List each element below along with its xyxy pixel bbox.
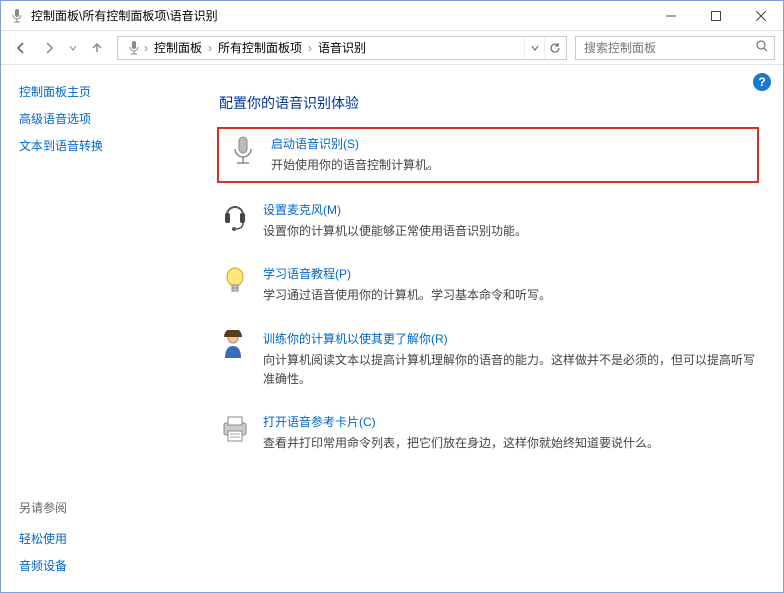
search-field[interactable] — [582, 40, 750, 56]
sidebar-link-advanced[interactable]: 高级语音选项 — [19, 110, 183, 127]
option-link[interactable]: 训练你的计算机以使其更了解你(R) — [263, 332, 448, 346]
minimize-button[interactable] — [648, 1, 693, 31]
page-title: 配置你的语音识别体验 — [219, 93, 759, 113]
forward-button[interactable] — [37, 36, 61, 60]
sidebar-home[interactable]: 控制面板主页 — [19, 83, 183, 100]
option-desc: 向计算机阅读文本以提高计算机理解你的语音的能力。这样做并不是必须的，但可以提高听… — [263, 351, 759, 389]
microphone-icon — [124, 38, 144, 58]
history-dropdown[interactable] — [65, 36, 81, 60]
printer-icon — [219, 413, 251, 445]
main: ? 配置你的语音识别体验 启动语音识别(S) 开始使用你的语音控制计算机。 设置… — [201, 65, 783, 592]
maximize-button[interactable] — [693, 1, 738, 31]
up-button[interactable] — [85, 36, 109, 60]
headset-icon — [219, 201, 251, 233]
option-tutorial: 学习语音教程(P) 学习通过语音使用你的计算机。学习基本命令和听写。 — [219, 259, 759, 311]
sidebar-link-tts[interactable]: 文本到语音转换 — [19, 137, 183, 154]
help-icon[interactable]: ? — [753, 73, 771, 91]
option-setup-mic: 设置麦克风(M) 设置你的计算机以便能够正常使用语音识别功能。 — [219, 195, 759, 247]
content: 控制面板主页 高级语音选项 文本到语音转换 另请参阅 轻松使用 音频设备 ? 配… — [1, 65, 783, 592]
person-icon — [219, 330, 251, 362]
breadcrumb-dropdown[interactable] — [524, 37, 544, 59]
option-link[interactable]: 学习语音教程(P) — [263, 267, 351, 281]
microphone-icon — [9, 8, 25, 24]
close-button[interactable] — [738, 1, 783, 31]
option-desc: 开始使用你的语音控制计算机。 — [271, 156, 749, 175]
option-train: 训练你的计算机以使其更了解你(R) 向计算机阅读文本以提高计算机理解你的语音的能… — [219, 324, 759, 395]
microphone-icon — [227, 135, 259, 167]
refresh-button[interactable] — [544, 37, 564, 59]
nav-bar: › 控制面板 › 所有控制面板项 › 语音识别 — [1, 31, 783, 65]
sidebar-footer-audio[interactable]: 音频设备 — [19, 557, 183, 574]
option-desc: 查看并打印常用命令列表，把它们放在身边，这样你就始终知道要说什么。 — [263, 434, 759, 453]
option-link[interactable]: 打开语音参考卡片(C) — [263, 415, 376, 429]
option-desc: 设置你的计算机以便能够正常使用语音识别功能。 — [263, 222, 759, 241]
option-link[interactable]: 设置麦克风(M) — [263, 203, 341, 217]
breadcrumb-item[interactable]: 语音识别 — [312, 39, 372, 56]
search-icon — [756, 40, 768, 55]
sidebar-footer-ease[interactable]: 轻松使用 — [19, 530, 183, 547]
option-link[interactable]: 启动语音识别(S) — [271, 137, 359, 151]
option-desc: 学习通过语音使用你的计算机。学习基本命令和听写。 — [263, 286, 759, 305]
lightbulb-icon — [219, 265, 251, 297]
breadcrumb-item[interactable]: 控制面板 — [148, 39, 208, 56]
window-title: 控制面板\所有控制面板项\语音识别 — [31, 7, 218, 24]
option-reference-card: 打开语音参考卡片(C) 查看并打印常用命令列表，把它们放在身边，这样你就始终知道… — [219, 407, 759, 459]
search-input[interactable] — [575, 36, 775, 60]
breadcrumb-item[interactable]: 所有控制面板项 — [212, 39, 308, 56]
breadcrumb[interactable]: › 控制面板 › 所有控制面板项 › 语音识别 — [117, 36, 567, 60]
sidebar-footer-title: 另请参阅 — [19, 499, 183, 516]
back-button[interactable] — [9, 36, 33, 60]
option-start-recognition: 启动语音识别(S) 开始使用你的语音控制计算机。 — [217, 127, 759, 183]
sidebar: 控制面板主页 高级语音选项 文本到语音转换 另请参阅 轻松使用 音频设备 — [1, 65, 201, 592]
title-bar: 控制面板\所有控制面板项\语音识别 — [1, 1, 783, 31]
